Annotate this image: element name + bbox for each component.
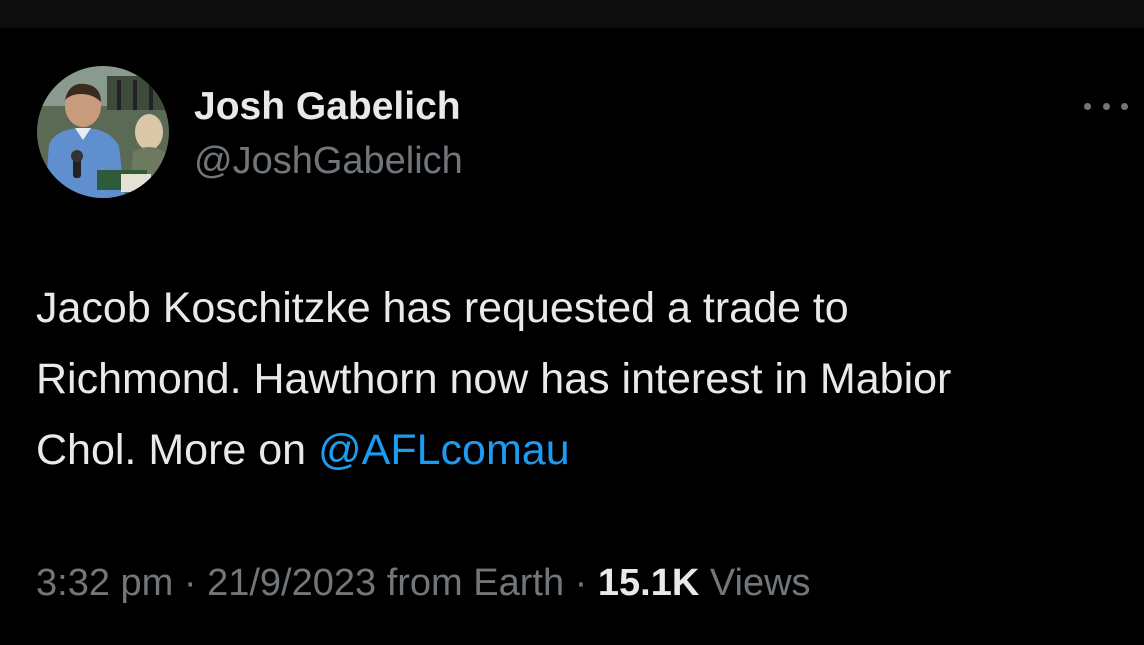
tweet-text-line: Jacob Koschitzke has requested a trade t… <box>36 284 849 332</box>
tweet-source: from Earth <box>376 562 565 604</box>
tweet: Josh Gabelich @JoshGabelich Jacob Koschi… <box>0 28 1144 645</box>
status-bar <box>0 0 1144 28</box>
tweet-text: Jacob Koschitzke has requested a trade t… <box>36 273 1140 486</box>
author-name[interactable]: Josh Gabelich <box>194 84 461 130</box>
avatar[interactable] <box>37 66 169 198</box>
avatar-image <box>37 66 169 198</box>
views-count[interactable]: 15.1K <box>598 562 699 604</box>
tweet-text-prefix: Chol. More on <box>36 426 319 474</box>
dot <box>1084 102 1091 110</box>
tweet-meta: 3:32 pm · 21/9/2023 from Earth · 15.1K V… <box>36 558 811 608</box>
views-label: Views <box>699 562 811 604</box>
tweet-text-line: Chol. More on @AFLcomau <box>36 415 1140 486</box>
meta-separator: · <box>173 562 208 604</box>
dot <box>1121 102 1128 110</box>
tweet-text-line: Richmond. Hawthorn now has interest in M… <box>36 355 952 403</box>
tweet-time[interactable]: 3:32 pm <box>36 562 173 604</box>
dot <box>1102 102 1110 110</box>
tweet-date[interactable]: 21/9/2023 <box>207 562 376 604</box>
meta-separator: · <box>564 562 598 604</box>
more-options-icon[interactable] <box>1084 94 1128 118</box>
mention-link[interactable]: @AFLcomau <box>318 426 570 474</box>
author-handle[interactable]: @JoshGabelich <box>194 138 463 184</box>
